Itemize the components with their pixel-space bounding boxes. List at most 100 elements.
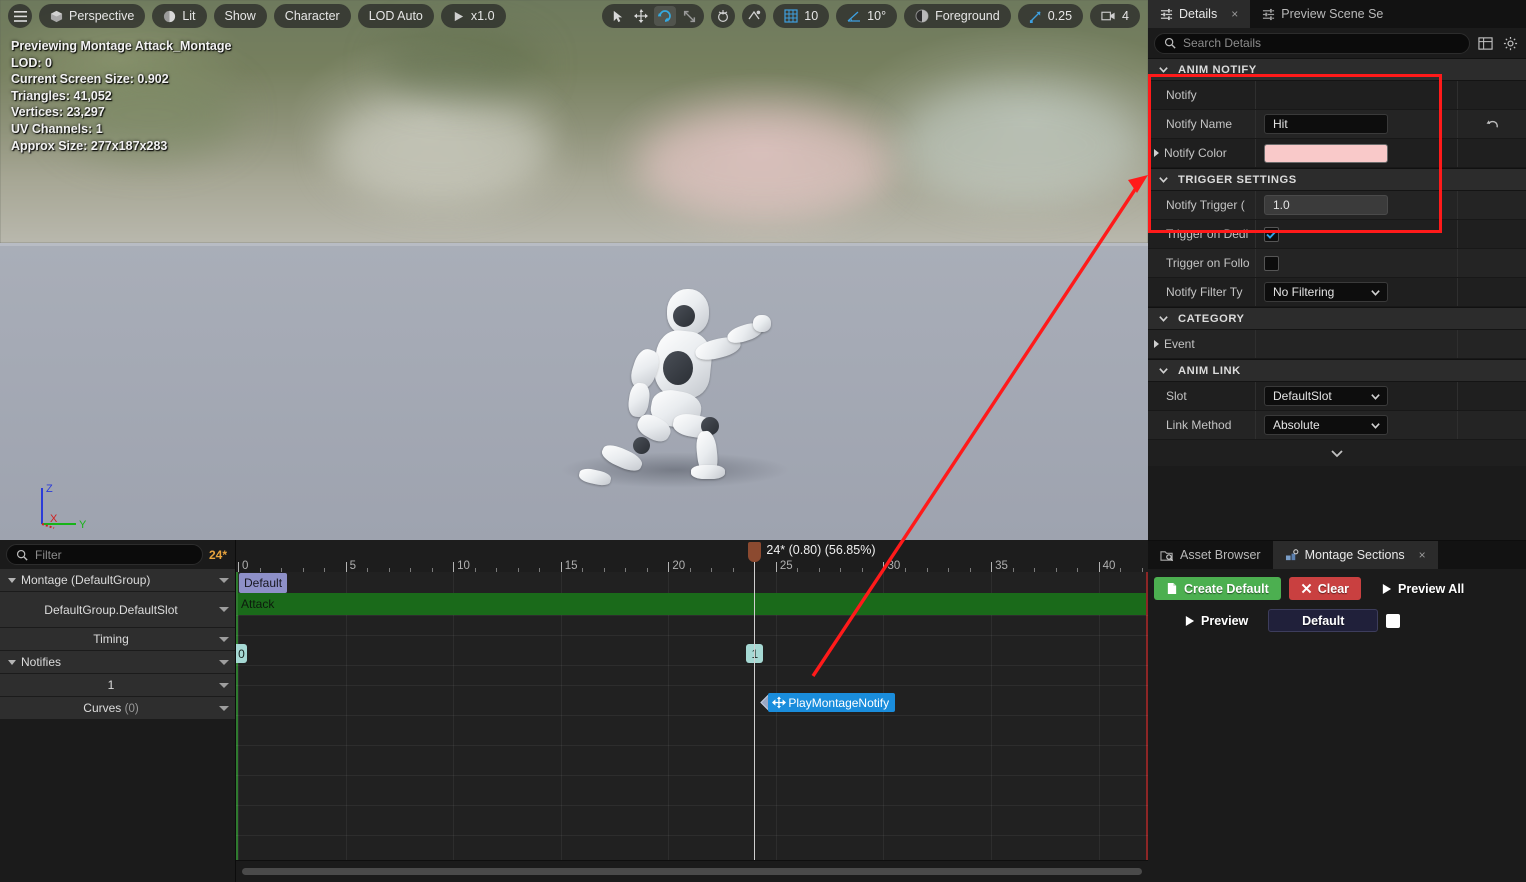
rotate-tool-button[interactable] <box>654 6 676 26</box>
column-layout-icon[interactable] <box>1476 34 1495 53</box>
viewport-menu-button[interactable] <box>8 4 32 28</box>
notify-name-input[interactable]: Hit <box>1264 114 1388 134</box>
section-header-trigger-settings[interactable]: TRIGGER SETTINGS <box>1148 168 1526 191</box>
track-menu-icon[interactable] <box>219 683 229 688</box>
move-tool-button[interactable] <box>630 6 652 26</box>
section-header-category[interactable]: CATEGORY <box>1148 307 1526 330</box>
property-row-notify-filter-type[interactable]: Notify Filter Ty No Filtering <box>1148 278 1526 307</box>
track-menu-icon[interactable] <box>219 607 229 612</box>
section-title: CATEGORY <box>1178 313 1245 325</box>
preview-character[interactable] <box>555 265 795 520</box>
preview-all-button[interactable]: Preview All <box>1369 577 1476 600</box>
track-filter-input[interactable]: Filter <box>6 544 203 565</box>
viewport-playrate-button[interactable]: x1.0 <box>441 4 506 28</box>
tab-montage-sections[interactable]: Montage Sections × <box>1273 541 1438 569</box>
viewport-show-button[interactable]: Show <box>214 4 267 28</box>
notify-marker-label: PlayMontageNotify <box>788 696 889 710</box>
property-row-notify-color[interactable]: Notify Color <box>1148 139 1526 168</box>
camera-layer-icon <box>915 9 929 23</box>
viewport-perspective-button[interactable]: Perspective <box>39 4 145 28</box>
notify-color-swatch[interactable] <box>1264 144 1388 163</box>
section-loop-checkbox[interactable] <box>1386 614 1400 628</box>
scale-snap-icon <box>1029 10 1042 23</box>
slot-dropdown[interactable]: DefaultSlot <box>1264 386 1388 406</box>
notify-filter-type-dropdown[interactable]: No Filtering <box>1264 282 1388 302</box>
world-coordinate-button[interactable] <box>711 4 735 28</box>
expand-arrow-icon[interactable] <box>1154 340 1159 348</box>
tab-details[interactable]: Details × <box>1148 0 1250 28</box>
create-default-button[interactable]: Create Default <box>1154 577 1281 600</box>
scale-snap-button[interactable]: 0.25 <box>1018 4 1083 28</box>
tab-asset-browser-label: Asset Browser <box>1180 548 1261 562</box>
viewport-lit-button[interactable]: Lit <box>152 4 206 28</box>
property-row-notify-name[interactable]: Notify Name Hit <box>1148 110 1526 139</box>
notify-trigger-chance-input[interactable]: 1.0 <box>1264 195 1388 215</box>
sphere-lighting-icon <box>163 10 176 23</box>
property-row-event[interactable]: Event <box>1148 330 1526 359</box>
timeline-scrollbar-thumb[interactable] <box>242 868 1142 875</box>
track-row-timing[interactable]: Timing <box>0 628 235 651</box>
grid-snap-button[interactable]: 10 <box>773 4 829 28</box>
trigger-on-follower-checkbox[interactable] <box>1264 256 1279 271</box>
collapse-caret-icon[interactable] <box>8 660 16 665</box>
property-row-link-method[interactable]: Link Method Absolute <box>1148 411 1526 440</box>
playhead-handle[interactable] <box>748 542 761 562</box>
track-row-curves[interactable]: Curves (0) <box>0 697 235 720</box>
viewport-character-button[interactable]: Character <box>274 4 351 28</box>
section-header-anim-link[interactable]: ANIM LINK <box>1148 359 1526 382</box>
reset-arrow-icon[interactable] <box>1458 118 1526 131</box>
track-row-montage-group[interactable]: Montage (DefaultGroup) <box>0 569 235 592</box>
tab-asset-browser[interactable]: Asset Browser <box>1148 541 1273 569</box>
track-label: DefaultGroup.DefaultSlot <box>8 603 214 617</box>
section-chip-default[interactable]: Default <box>239 573 287 593</box>
collapse-caret-icon[interactable] <box>8 578 16 583</box>
playhead-line[interactable] <box>754 562 755 882</box>
section-header-anim-notify[interactable]: ANIM NOTIFY <box>1148 58 1526 81</box>
track-row-notifies[interactable]: Notifies <box>0 651 235 674</box>
select-tool-button[interactable] <box>606 6 628 26</box>
search-input[interactable]: Search Details <box>1154 33 1470 54</box>
tab-details-close-icon[interactable]: × <box>1231 7 1238 21</box>
timeline-scrollbar-track[interactable] <box>236 860 1148 882</box>
property-row-notify[interactable]: Notify <box>1148 81 1526 110</box>
track-menu-icon[interactable] <box>219 660 229 665</box>
camera-speed-button[interactable]: 4 <box>1090 4 1140 28</box>
track-menu-icon[interactable] <box>219 578 229 583</box>
track-menu-icon[interactable] <box>219 706 229 711</box>
notify-marker-playmontagenotify[interactable]: PlayMontageNotify <box>768 693 895 712</box>
section-default-button[interactable]: Default <box>1268 609 1378 632</box>
tab-preview-scene-settings[interactable]: Preview Scene Se <box>1250 0 1395 28</box>
camera-layer-button[interactable]: Foreground <box>904 4 1011 28</box>
chevron-down-icon <box>1158 64 1169 75</box>
track-row-notify-1[interactable]: 1 <box>0 674 235 697</box>
surface-snap-button[interactable] <box>742 4 766 28</box>
montage-segment-attack[interactable]: Attack <box>238 593 1146 615</box>
track-row-default-slot[interactable]: DefaultGroup.DefaultSlot <box>0 592 235 628</box>
viewport-lod-button[interactable]: LOD Auto <box>358 4 434 28</box>
details-show-more-button[interactable] <box>1148 440 1526 466</box>
property-row-trigger-on-follower[interactable]: Trigger on Follo <box>1148 249 1526 278</box>
angle-snap-button[interactable]: 10° <box>836 4 897 28</box>
ruler-tick-minor <box>1142 568 1143 572</box>
3d-viewport[interactable]: Previewing Montage Attack_Montage LOD: 0… <box>0 0 1148 540</box>
expand-arrow-icon[interactable] <box>1154 149 1159 157</box>
property-row-slot[interactable]: Slot DefaultSlot <box>1148 382 1526 411</box>
scale-tool-button[interactable] <box>678 6 700 26</box>
track-menu-icon[interactable] <box>219 637 229 642</box>
timeline-ruler[interactable]: 0510152025303540 <box>236 540 1148 572</box>
tab-preview-scene-label: Preview Scene Se <box>1281 7 1383 21</box>
property-row-trigger-on-dedicated-server[interactable]: Trigger on Dedi <box>1148 220 1526 249</box>
settings-gear-icon[interactable] <box>1501 34 1520 53</box>
preview-button[interactable]: Preview <box>1172 609 1260 632</box>
link-method-dropdown[interactable]: Absolute <box>1264 415 1388 435</box>
move-horizontal-icon <box>772 696 786 709</box>
trigger-on-dedicated-server-checkbox[interactable] <box>1264 227 1279 242</box>
anim-timeline[interactable]: 0510152025303540 Default Attack 0 1 Play… <box>236 540 1148 882</box>
property-row-notify-trigger-chance[interactable]: Notify Trigger ( 1.0 <box>1148 191 1526 220</box>
timing-marker-0[interactable]: 0 <box>236 644 247 663</box>
property-value-empty[interactable] <box>1256 330 1458 358</box>
clear-button[interactable]: Clear <box>1289 577 1361 600</box>
ruler-tick-minor <box>797 568 798 572</box>
tab-montage-sections-close-icon[interactable]: × <box>1419 548 1426 562</box>
property-value-empty[interactable] <box>1256 81 1458 109</box>
